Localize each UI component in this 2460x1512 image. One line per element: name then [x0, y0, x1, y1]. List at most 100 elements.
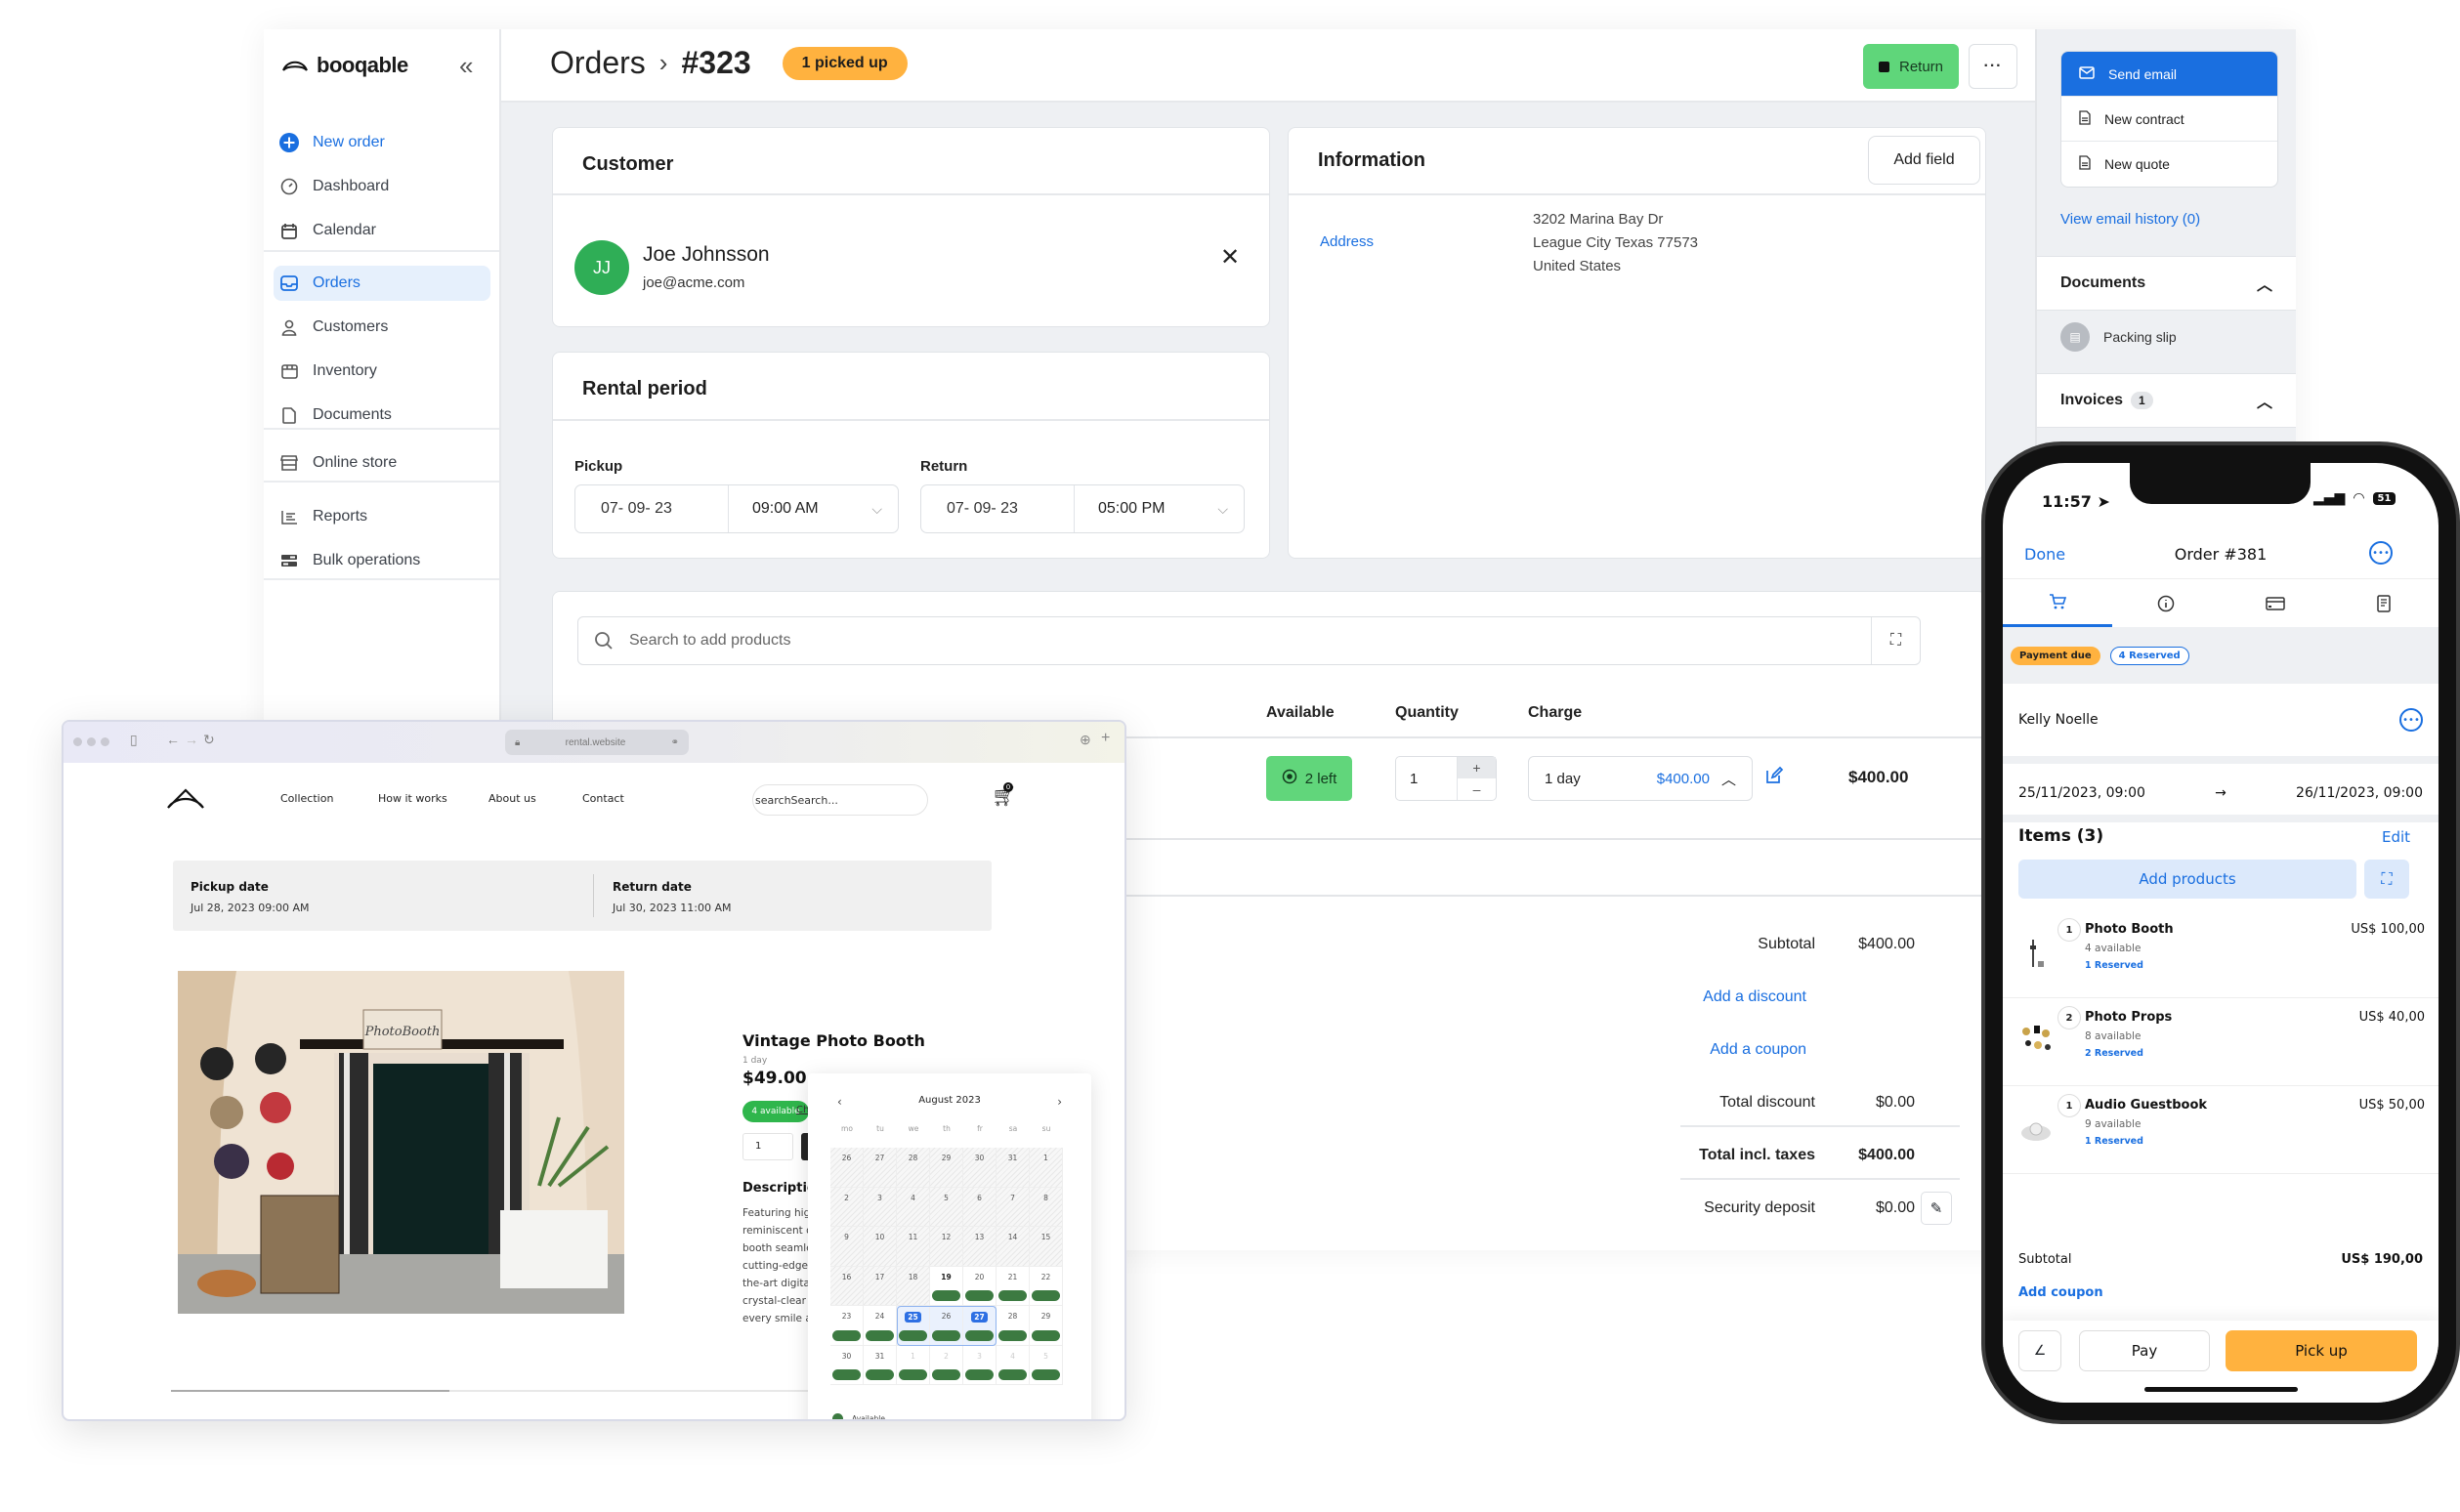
return-button[interactable]: Return — [1863, 44, 1959, 89]
decrement-button[interactable]: – — [1458, 778, 1496, 800]
brand-logo[interactable]: booqable — [281, 53, 408, 78]
calendar-day[interactable]: 2 — [930, 1345, 963, 1385]
view-email-history-link[interactable]: View email history (0) — [2060, 211, 2200, 228]
availability-badge: 2 left — [1266, 756, 1352, 801]
add-discount-link[interactable]: Add a discount — [1703, 988, 1806, 1006]
add-coupon-link[interactable]: Add coupon — [2018, 1285, 2103, 1300]
sidebar-item-calendar[interactable]: Calendar — [274, 213, 490, 248]
tab-cart[interactable] — [2003, 579, 2112, 627]
nav-contact[interactable]: Contact — [582, 792, 624, 805]
product-search-input[interactable] — [629, 632, 1871, 650]
calendar-day[interactable]: 30 — [830, 1345, 864, 1385]
address-label[interactable]: Address — [1320, 233, 1374, 250]
sidebar-item-inventory[interactable]: Inventory — [274, 354, 490, 389]
sidebar-item-dashboard[interactable]: Dashboard — [274, 169, 490, 204]
sidebar-item-bulk-operations[interactable]: Bulk operations — [274, 543, 490, 578]
tab-info[interactable] — [2112, 579, 2222, 627]
sidebar-toggle-icon[interactable]: ▯ — [130, 732, 138, 748]
add-field-button[interactable]: Add field — [1868, 136, 1980, 185]
calendar-day[interactable]: 28 — [997, 1306, 1030, 1346]
sidebar-item-customers[interactable]: Customers — [274, 310, 490, 345]
list-item[interactable]: 1 Audio Guestbook 9 available 1 Reserved… — [2003, 1086, 2439, 1174]
edit-price-icon[interactable] — [1764, 766, 1784, 791]
invoices-section-header[interactable]: Invoices 1 ︿ — [2037, 373, 2296, 428]
calendar-day[interactable]: 23 — [830, 1306, 864, 1346]
remove-customer-icon[interactable]: ✕ — [1220, 243, 1240, 272]
window-controls[interactable] — [73, 737, 109, 746]
pickup-date-input[interactable]: 07- 09- 23 — [575, 485, 729, 532]
nav-about-us[interactable]: About us — [488, 792, 536, 805]
next-month-icon[interactable]: › — [1057, 1095, 1062, 1109]
calendar-day[interactable]: 20 — [963, 1266, 997, 1306]
pick-up-button[interactable]: Pick up — [2226, 1330, 2417, 1371]
back-icon[interactable]: ← — [166, 732, 180, 747]
calendar-day[interactable]: 4 — [997, 1345, 1030, 1385]
signature-pen-icon[interactable]: ∠ — [2018, 1330, 2061, 1371]
pay-button[interactable]: Pay — [2079, 1330, 2210, 1371]
list-item[interactable]: 2 Photo Props 8 available 2 Reserved US$… — [2003, 998, 2439, 1086]
site-logo-icon[interactable] — [166, 788, 205, 812]
calendar-day[interactable]: 21 — [997, 1266, 1030, 1306]
more-options-icon[interactable]: ••• — [2369, 541, 2393, 565]
quantity-input[interactable]: 1 — [1396, 757, 1457, 800]
calendar-day[interactable]: 24 — [864, 1306, 897, 1346]
new-tab-icon[interactable]: + — [1101, 730, 1110, 747]
edit-deposit-pencil-icon[interactable]: ✎ — [1921, 1192, 1952, 1225]
packing-slip-item[interactable]: ▤ Packing slip — [2060, 322, 2177, 352]
edit-items-link[interactable]: Edit — [2382, 828, 2410, 846]
barcode-scan-button[interactable]: ⛶ — [2364, 860, 2409, 899]
scrollbar-thumb[interactable] — [171, 1390, 449, 1392]
reload-icon[interactable]: ↻ — [203, 732, 215, 748]
nav-collection[interactable]: Collection — [280, 792, 333, 805]
calendar-day[interactable]: 27 — [963, 1306, 997, 1346]
product-quantity-input[interactable]: 1 — [742, 1133, 793, 1160]
calendar-day[interactable]: 29 — [1030, 1306, 1063, 1346]
address-bar[interactable]: 🔒︎ rental.website ⚭ — [505, 730, 689, 755]
calendar-day[interactable]: 3 — [963, 1345, 997, 1385]
download-icon[interactable]: ⊕ — [1080, 732, 1091, 748]
new-contract-button[interactable]: New contract — [2061, 97, 2277, 142]
breadcrumb-orders[interactable]: Orders — [550, 45, 646, 81]
calendar-day[interactable]: 1 — [897, 1345, 930, 1385]
site-search-input[interactable]: searchSearch... — [752, 784, 928, 816]
rental-dates-strip[interactable]: Pickup date Jul 28, 2023 09:00 AM Return… — [173, 861, 992, 931]
new-quote-button[interactable]: New quote — [2061, 142, 2277, 187]
return-time-select[interactable]: 05:00 PM ⌵ — [1075, 485, 1244, 532]
done-button[interactable]: Done — [2024, 545, 2065, 564]
sidebar-item-orders[interactable]: Orders — [274, 266, 490, 301]
documents-section-header[interactable]: Documents ︿ — [2037, 256, 2296, 311]
charge-select[interactable]: 1 day $400.00 ︿ — [1528, 756, 1753, 801]
increment-button[interactable]: + — [1458, 757, 1496, 778]
calendar-day[interactable]: 19 — [930, 1266, 963, 1306]
subtotal-row: Subtotal $400.00 — [1758, 936, 1915, 953]
calendar-day[interactable]: 5 — [1030, 1345, 1063, 1385]
calendar-day[interactable]: 26 — [930, 1306, 963, 1346]
rental-period-row[interactable]: 25/11/2023, 09:00 → 26/11/2023, 09:00 — [2003, 764, 2439, 822]
add-products-button[interactable]: Add products — [2018, 860, 2356, 899]
sidebar-item-reports[interactable]: Reports — [274, 499, 490, 534]
prev-month-icon[interactable]: ‹ — [837, 1095, 842, 1109]
sidebar-item-online-store[interactable]: Online store — [274, 445, 490, 481]
calendar-day[interactable]: 22 — [1030, 1266, 1063, 1306]
browser-toolbar: ▯ ← → ↻ 🔒︎ rental.website ⚭ ⊕ + — [64, 722, 1124, 763]
barcode-scan-icon[interactable]: ⛶ — [1871, 617, 1920, 664]
customer-name[interactable]: Joe Johnsson — [643, 243, 770, 267]
day-number: 26 — [941, 1312, 952, 1321]
customer-row[interactable]: Kelly Noelle ••• — [2003, 684, 2439, 756]
send-email-button[interactable]: Send email — [2061, 52, 2277, 97]
pickup-time-select[interactable]: 09:00 AM ⌵ — [729, 485, 898, 532]
return-date-input[interactable]: 07- 09- 23 — [921, 485, 1075, 532]
collapse-sidebar-icon[interactable]: « — [459, 51, 473, 81]
calendar-day[interactable]: 31 — [864, 1345, 897, 1385]
add-coupon-link[interactable]: Add a coupon — [1710, 1041, 1806, 1059]
more-actions-button[interactable]: ··· — [1969, 44, 2017, 89]
sidebar-new-order[interactable]: New order — [274, 125, 490, 160]
tab-payment[interactable] — [2221, 579, 2330, 627]
list-item[interactable]: 1 Photo Booth 4 available 1 Reserved US$… — [2003, 910, 2439, 998]
customer-options-icon[interactable]: ••• — [2399, 708, 2423, 732]
calendar-day[interactable]: 25 — [897, 1306, 930, 1346]
tab-documents[interactable] — [2330, 579, 2439, 627]
home-indicator[interactable] — [2144, 1387, 2298, 1392]
forward-icon[interactable]: → — [185, 732, 198, 747]
nav-how-it-works[interactable]: How it works — [378, 792, 447, 805]
